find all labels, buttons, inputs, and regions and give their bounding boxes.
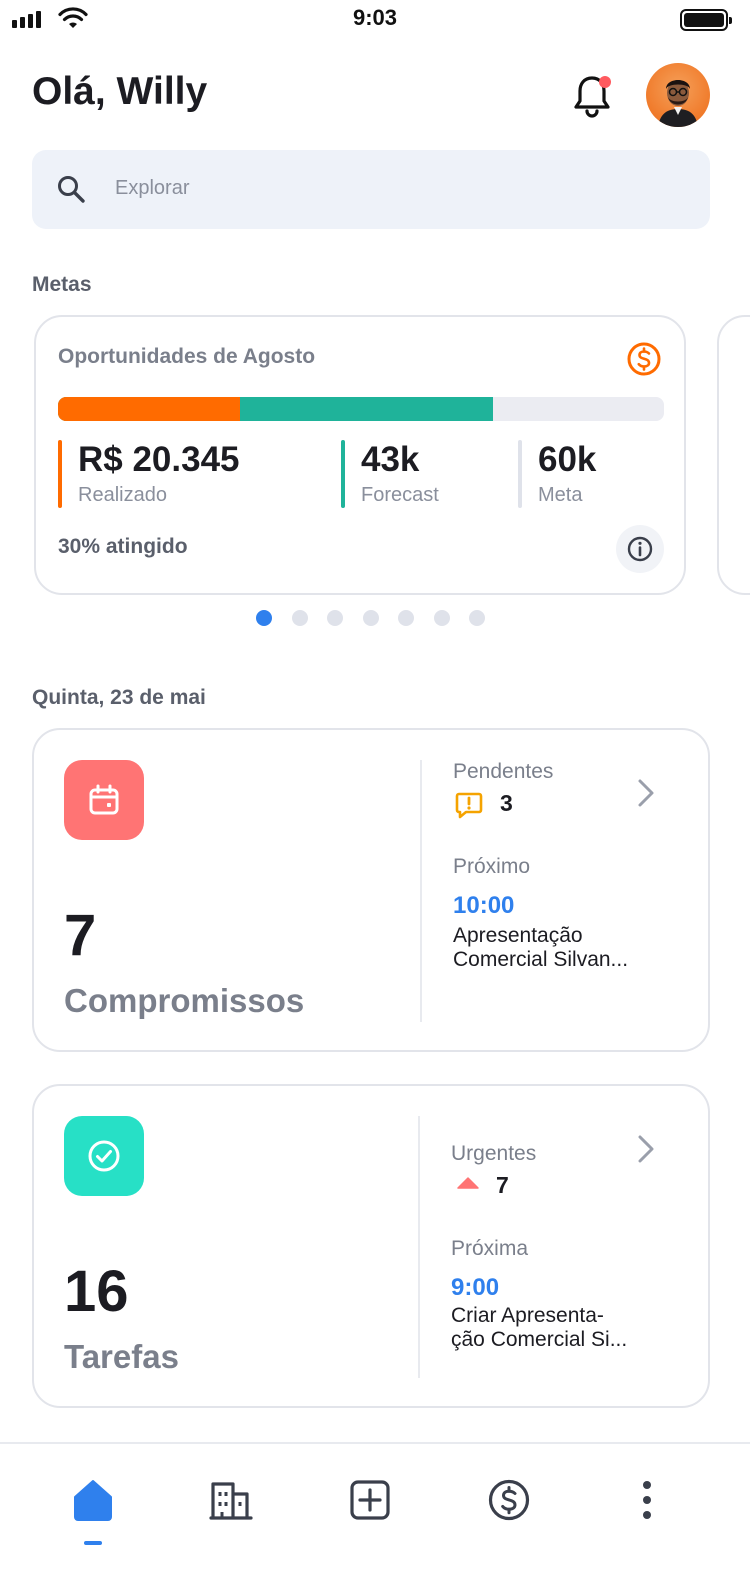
realized-progress-segment bbox=[58, 397, 240, 421]
status-bar: 9:03 bbox=[0, 0, 750, 40]
next-task-title: Criar Apresenta- ção Comercial Si... bbox=[451, 1304, 651, 1352]
more-vertical-icon bbox=[643, 1481, 651, 1519]
metric-goal-accent bbox=[518, 440, 522, 508]
appointments-label: Compromissos bbox=[64, 982, 305, 1019]
tab-more[interactable] bbox=[617, 1470, 677, 1530]
add-square-icon bbox=[350, 1480, 390, 1520]
pending-label: Pendentes bbox=[453, 760, 554, 783]
next-appointment-title-line1: Apresentação bbox=[453, 924, 583, 947]
active-tab-indicator bbox=[84, 1541, 102, 1545]
dollar-circle-icon bbox=[488, 1479, 530, 1521]
greeting-title: Olá, Willy bbox=[32, 70, 208, 113]
next-task-title-line2: ção Comercial Si... bbox=[451, 1328, 628, 1351]
appointments-tile bbox=[64, 760, 144, 840]
metric-realized-accent bbox=[58, 440, 62, 508]
metric-realized-label: Realizado bbox=[78, 484, 167, 506]
calendar-icon bbox=[89, 784, 119, 815]
metric-goal: 60k Meta bbox=[518, 440, 596, 508]
battery-icon bbox=[680, 9, 732, 31]
home-icon bbox=[74, 1480, 112, 1521]
carousel-dot[interactable] bbox=[469, 610, 485, 626]
goal-card-title: Oportunidades de Agosto bbox=[58, 345, 316, 368]
status-time: 9:03 bbox=[352, 5, 398, 30]
goal-achieved-text: 30% atingido bbox=[58, 535, 188, 558]
tab-companies[interactable] bbox=[201, 1470, 261, 1530]
goal-card[interactable]: Oportunidades de Agosto R$ 20.345 Realiz… bbox=[34, 315, 686, 595]
tab-home[interactable] bbox=[63, 1470, 123, 1530]
urgent-count: 7 bbox=[496, 1172, 509, 1198]
next-appointment-title-line2: Comercial Silvan... bbox=[453, 948, 629, 971]
carousel-dot[interactable] bbox=[362, 610, 379, 626]
search-icon bbox=[58, 176, 85, 203]
metric-forecast-value: 43k bbox=[361, 440, 420, 479]
metric-realized-value: R$ 20.345 bbox=[78, 440, 240, 479]
search-input[interactable]: Explorar bbox=[32, 150, 710, 229]
carousel-pagination[interactable] bbox=[256, 610, 485, 626]
next-task-label: Próxima bbox=[451, 1237, 529, 1260]
tasks-tile bbox=[64, 1116, 144, 1196]
next-goal-card[interactable] bbox=[717, 315, 750, 595]
appointments-card[interactable]: 7 Compromissos Pendentes 3 Próximo 10:00… bbox=[32, 728, 710, 1052]
next-appointment-title: Apresentação Comercial Silvan... bbox=[453, 924, 653, 972]
info-icon bbox=[627, 536, 653, 562]
avatar[interactable] bbox=[646, 63, 710, 127]
pending-count: 3 bbox=[500, 790, 513, 816]
date-section-title: Quinta, 23 de mai bbox=[32, 686, 206, 709]
next-task-title-line1: Criar Apresenta- bbox=[451, 1304, 604, 1327]
alert-message-icon bbox=[455, 792, 483, 819]
goal-progress-bar bbox=[58, 397, 664, 421]
metric-forecast: 43k Forecast bbox=[341, 440, 439, 508]
carousel-dot[interactable] bbox=[291, 610, 308, 626]
next-appointment-label: Próximo bbox=[453, 855, 531, 878]
card-divider bbox=[418, 1116, 420, 1378]
notification-badge bbox=[599, 76, 611, 88]
metric-forecast-accent bbox=[341, 440, 345, 508]
next-appointment-time: 10:00 bbox=[453, 892, 515, 919]
tab-add[interactable] bbox=[340, 1470, 400, 1530]
metric-realized: R$ 20.345 Realizado bbox=[58, 440, 240, 508]
metric-goal-value: 60k bbox=[538, 440, 597, 479]
tasks-count: 16 bbox=[64, 1259, 129, 1324]
goals-section-title: Metas bbox=[32, 273, 92, 296]
tasks-card[interactable]: 16 Tarefas Urgentes 7 Próxima 9:00 Criar… bbox=[32, 1084, 710, 1408]
card-divider bbox=[420, 760, 422, 1022]
metric-goal-label: Meta bbox=[538, 484, 583, 506]
carousel-dot[interactable] bbox=[256, 610, 272, 626]
next-task-time: 9:00 bbox=[451, 1274, 500, 1301]
bottom-tab-bar bbox=[0, 1442, 750, 1586]
metric-forecast-label: Forecast bbox=[361, 484, 439, 506]
search-placeholder: Explorar bbox=[115, 177, 190, 199]
chevron-right-icon[interactable] bbox=[636, 778, 656, 808]
building-icon bbox=[209, 1482, 253, 1520]
carousel-dot[interactable] bbox=[433, 610, 450, 626]
info-button[interactable] bbox=[616, 525, 664, 573]
carousel-dot[interactable] bbox=[398, 610, 414, 626]
tab-finance[interactable] bbox=[479, 1470, 539, 1530]
carousel-dot[interactable] bbox=[327, 610, 343, 626]
dollar-circle-icon bbox=[627, 342, 661, 376]
tasks-label: Tarefas bbox=[64, 1338, 179, 1375]
appointments-count: 7 bbox=[64, 903, 97, 968]
check-circle-icon bbox=[88, 1140, 120, 1172]
chevron-right-icon[interactable] bbox=[636, 1134, 656, 1164]
triangle-up-icon bbox=[457, 1177, 479, 1189]
urgent-label: Urgentes bbox=[451, 1142, 537, 1165]
